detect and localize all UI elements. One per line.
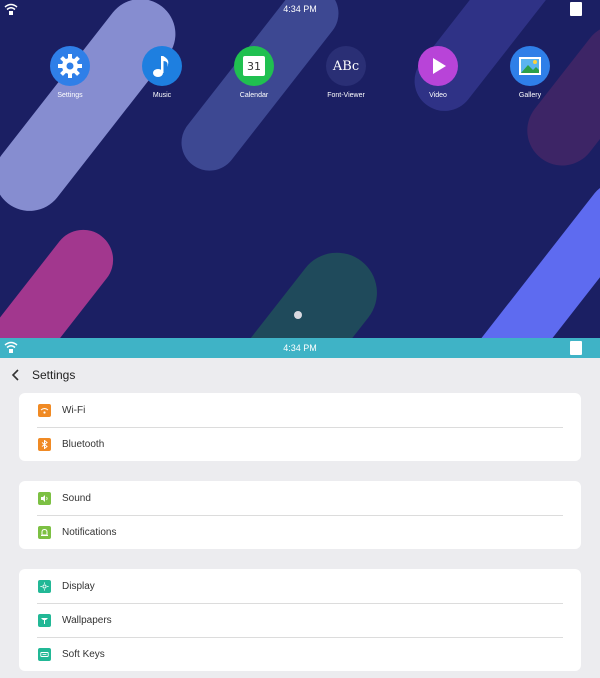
app-settings[interactable]: Settings	[35, 46, 105, 99]
app-label: Video	[429, 92, 447, 99]
settings-group: Wi-Fi Bluetooth	[19, 393, 581, 461]
settings-item-label: Soft Keys	[62, 648, 105, 660]
settings-gear-icon	[50, 46, 90, 86]
soft-keys-icon	[38, 647, 51, 661]
app-label: Music	[152, 92, 172, 99]
bell-icon	[38, 525, 51, 539]
page-title: Settings	[32, 368, 76, 382]
settings-item-label: Wallpapers	[62, 614, 112, 626]
settings-item-display[interactable]: Display	[19, 569, 581, 603]
font-viewer-glyph: ABc	[332, 58, 360, 74]
gallery-icon	[510, 46, 550, 86]
status-time: 4:34 PM	[283, 4, 317, 14]
font-viewer-icon: ABc	[326, 46, 366, 86]
status-bar: 4:34 PM	[0, 338, 600, 358]
display-icon	[38, 579, 51, 593]
calendar-day: 31	[243, 56, 265, 76]
app-gallery[interactable]: Gallery	[495, 46, 565, 99]
settings-item-label: Notifications	[62, 526, 117, 538]
app-label: Settings	[57, 92, 83, 99]
header: Settings	[0, 364, 75, 386]
wallpaper-shape	[0, 0, 190, 226]
wallpaper-shape	[464, 171, 600, 338]
app-video[interactable]: Video	[403, 46, 473, 99]
settings-item-label: Display	[62, 580, 95, 592]
wallpaper-shape	[206, 236, 394, 338]
bluetooth-icon	[38, 437, 51, 451]
app-label: Gallery	[518, 92, 542, 99]
status-bar: 4:34 PM	[0, 0, 600, 18]
wifi-status-icon	[4, 341, 18, 353]
app-calendar[interactable]: 31 Calendar	[219, 46, 289, 99]
settings-item-label: Bluetooth	[62, 438, 105, 450]
music-note-icon	[142, 46, 182, 86]
settings-item-wifi[interactable]: Wi-Fi	[19, 393, 581, 427]
settings-item-notifications[interactable]: Notifications	[19, 515, 581, 549]
settings-item-sound[interactable]: Sound	[19, 481, 581, 515]
usb-status-icon	[570, 341, 582, 355]
back-button[interactable]	[0, 364, 32, 386]
app-label: Calendar	[239, 92, 269, 99]
settings-item-wallpapers[interactable]: Wallpapers	[19, 603, 581, 637]
usb-status-icon	[570, 2, 582, 16]
app-label: Font-Viewer	[327, 92, 365, 99]
calendar-icon: 31	[234, 46, 274, 86]
settings-item-soft-keys[interactable]: Soft Keys	[19, 637, 581, 671]
chevron-left-icon	[11, 369, 19, 381]
settings-group: Display Wallpapers Soft Keys	[19, 569, 581, 671]
status-time: 4:34 PM	[283, 343, 317, 353]
wallpaper-icon	[38, 613, 51, 627]
sound-icon	[38, 491, 51, 505]
settings-item-label: Wi-Fi	[62, 404, 86, 416]
page-indicator[interactable]	[294, 311, 302, 319]
settings-screen: 4:34 PM Settings Wi-Fi Bluetooth Sound N…	[0, 338, 600, 678]
wallpaper-shape	[0, 217, 126, 338]
play-icon	[418, 46, 458, 86]
settings-item-bluetooth[interactable]: Bluetooth	[19, 427, 581, 461]
app-music[interactable]: Music	[127, 46, 197, 99]
app-font-viewer[interactable]: ABc Font-Viewer	[311, 46, 381, 99]
wifi-icon	[38, 403, 51, 417]
settings-item-label: Sound	[62, 492, 91, 504]
settings-group: Sound Notifications	[19, 481, 581, 549]
home-screen: 4:34 PM Settings Music 31 Calendar ABc F…	[0, 0, 600, 338]
wifi-status-icon	[4, 3, 18, 15]
